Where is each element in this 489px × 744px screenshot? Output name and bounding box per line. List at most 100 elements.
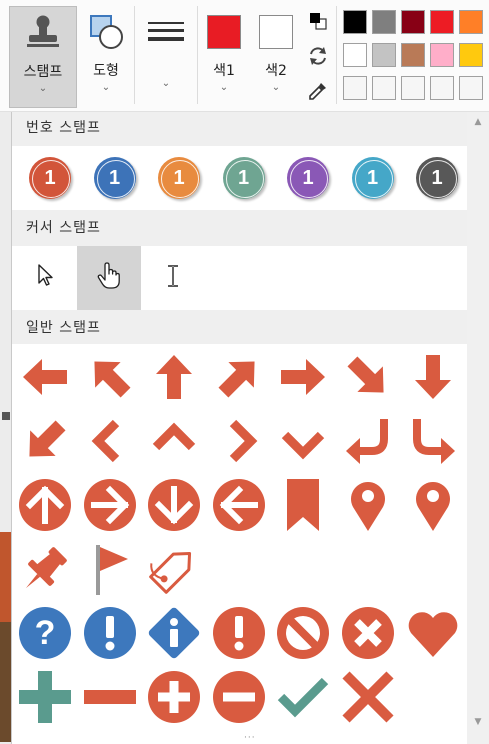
palette-empty-slot[interactable] (459, 76, 483, 100)
number-stamp[interactable]: 1 (222, 157, 265, 199)
number-stamp[interactable]: 1 (93, 157, 136, 199)
general-stamp-map-pin[interactable] (338, 475, 398, 535)
general-stamp-circle-arrow-right[interactable] (80, 475, 140, 535)
text-cursor-stamp[interactable] (141, 246, 205, 310)
general-stamp-bookmark[interactable] (273, 475, 333, 535)
general-stamp-u-turn-left[interactable] (338, 411, 398, 471)
arrow-up-icon (147, 350, 201, 404)
eyedropper-icon[interactable] (305, 78, 331, 104)
palette-empty-slot[interactable] (430, 76, 454, 100)
palette-color[interactable] (343, 10, 367, 34)
palette-color[interactable] (430, 43, 454, 67)
scrollbar[interactable]: ▲ ▼ (467, 112, 489, 744)
palette-color[interactable] (372, 43, 396, 67)
arrow-down-icon (406, 350, 460, 404)
palette-color[interactable] (459, 43, 483, 67)
palette-empty-slot[interactable] (372, 76, 396, 100)
general-stamp-x-mark[interactable] (338, 667, 398, 727)
ribbon-divider (336, 6, 337, 104)
general-stamp-chevron-right[interactable] (209, 411, 269, 471)
line-label (164, 60, 168, 76)
tag-icon (146, 541, 202, 597)
ribbon: 스탬프 ⌄ 도형 ⌄ ⌄ 색1 ⌄ 색2 ⌄ (0, 0, 489, 112)
hand-cursor-stamp[interactable] (77, 246, 141, 310)
color1-swatch (207, 15, 241, 49)
arrow-cursor-stamp[interactable] (14, 246, 78, 310)
shape-button[interactable]: 도형 ⌄ (80, 6, 132, 108)
general-stamp-arrow-left[interactable] (15, 347, 75, 407)
line-thickness-button[interactable]: ⌄ (138, 6, 194, 108)
resize-grip-icon[interactable]: ··· (244, 733, 256, 743)
number-stamp[interactable]: 1 (158, 157, 200, 199)
question-icon: ? (17, 605, 73, 661)
number-stamp-header: 번호 스탬프 (26, 120, 101, 136)
circle-arrow-right-icon (82, 477, 138, 533)
general-stamp-circle-plus[interactable] (144, 667, 204, 727)
palette-empty-slot[interactable] (401, 76, 425, 100)
plus-icon (17, 669, 73, 725)
general-stamp-info-exclamation[interactable] (80, 603, 140, 663)
scroll-down-icon[interactable]: ▼ (471, 715, 485, 729)
swap-colors-icon[interactable] (305, 8, 331, 34)
general-stamp-circle-arrow-left[interactable] (209, 475, 269, 535)
palette-color[interactable] (343, 43, 367, 67)
ribbon-divider (134, 6, 135, 104)
arrow-right-icon (276, 350, 330, 404)
stamp-dropdown-panel: 번호 스탬프 1111111 커서 스탬프 일반 스탬프 ? ▲ ▼ ··· (11, 112, 489, 744)
general-stamp-chevron-up[interactable] (144, 411, 204, 471)
general-stamp-arrow-up-left[interactable] (80, 347, 140, 407)
general-stamp-minus[interactable] (80, 667, 140, 727)
circle-arrow-down-icon (146, 477, 202, 533)
hand-cursor-icon (96, 262, 122, 294)
palette-empty-slot[interactable] (343, 76, 367, 100)
general-stamp-tag[interactable] (144, 539, 204, 599)
color2-label: 색2 (265, 63, 287, 79)
general-stamp-checkmark[interactable] (273, 667, 333, 727)
arrow-up-right-icon (212, 350, 266, 404)
number-stamp[interactable]: 1 (287, 157, 329, 199)
palette-color[interactable] (372, 10, 396, 34)
general-stamp-u-turn-right[interactable] (403, 411, 463, 471)
arrow-cursor-icon (35, 263, 57, 293)
color-tools (303, 8, 333, 104)
number-stamp[interactable]: 1 (351, 157, 394, 199)
palette-color[interactable] (401, 10, 425, 34)
general-stamp-arrow-down-left[interactable] (15, 411, 75, 471)
reset-colors-icon[interactable] (305, 43, 331, 69)
line-thickness-icon (144, 10, 188, 54)
general-stamp-chevron-down[interactable] (273, 411, 333, 471)
general-stamp-warning-exclamation[interactable] (209, 603, 269, 663)
general-stamp-map-pin[interactable] (403, 475, 463, 535)
general-stamp-circle-arrow-down[interactable] (144, 475, 204, 535)
general-stamp-arrow-down-right[interactable] (338, 347, 398, 407)
general-stamp-header: 일반 스탬프 (26, 320, 101, 336)
general-stamp-circle-x[interactable] (338, 603, 398, 663)
chevron-down-icon: ⌄ (219, 82, 229, 93)
general-stamp-chevron-left[interactable] (80, 411, 140, 471)
scroll-up-icon[interactable]: ▲ (471, 115, 485, 129)
cursor-stamp-header: 커서 스탬프 (26, 220, 101, 236)
number-stamp[interactable]: 1 (29, 157, 71, 199)
general-stamp-flag[interactable] (80, 539, 140, 599)
stamp-button[interactable]: 스탬프 ⌄ (9, 6, 77, 108)
general-stamp-circle-minus[interactable] (209, 667, 269, 727)
general-stamp-info-diamond[interactable] (144, 603, 204, 663)
color2-button[interactable]: 색2 ⌄ (252, 6, 300, 108)
general-stamp-plus[interactable] (15, 667, 75, 727)
palette-color[interactable] (459, 10, 483, 34)
general-stamp-push-pin[interactable] (15, 539, 75, 599)
color1-button[interactable]: 색1 ⌄ (200, 6, 248, 108)
general-stamp-circle-arrow-up[interactable] (15, 475, 75, 535)
general-stamp-arrow-up[interactable] (144, 347, 204, 407)
general-stamp-arrow-right[interactable] (273, 347, 333, 407)
palette-color[interactable] (401, 43, 425, 67)
palette-color[interactable] (430, 10, 454, 34)
general-stamp-prohibited[interactable] (273, 603, 333, 663)
general-stamp-arrow-down[interactable] (403, 347, 463, 407)
general-stamp-heart[interactable] (403, 603, 463, 663)
color-palette (341, 10, 487, 106)
general-stamp-arrow-up-right[interactable] (209, 347, 269, 407)
chevron-left-icon (83, 414, 137, 468)
number-stamp[interactable]: 1 (416, 157, 458, 199)
general-stamp-question[interactable]: ? (15, 603, 75, 663)
